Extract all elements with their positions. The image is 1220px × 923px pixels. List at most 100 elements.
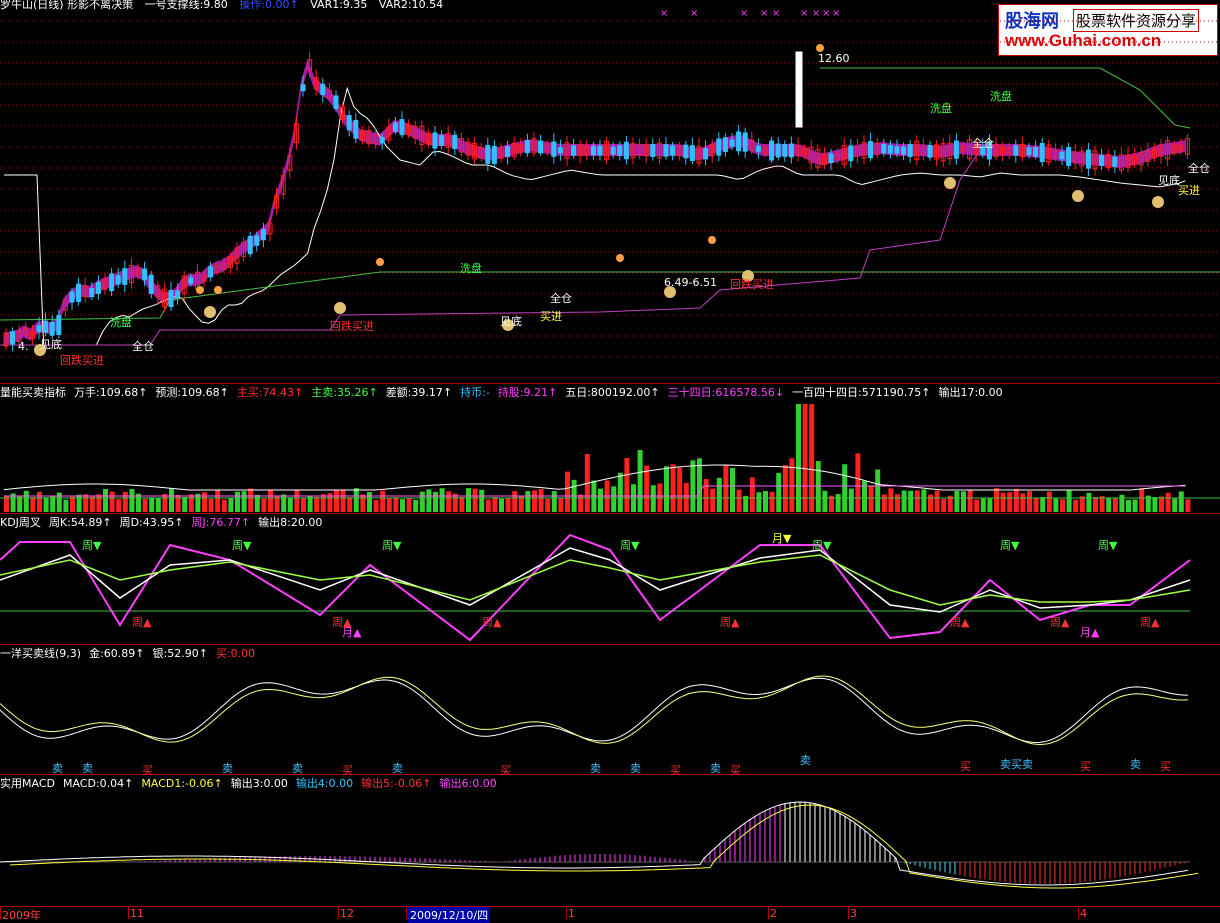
volume-bar	[954, 491, 960, 512]
candle-body	[491, 145, 497, 164]
candle-body	[901, 146, 907, 155]
volume-bar	[221, 499, 227, 512]
candle-body	[775, 143, 781, 158]
annotation-price-high: 12.60	[818, 52, 850, 65]
volume-bar	[1119, 494, 1125, 512]
candle-body	[623, 141, 629, 160]
volume-bar	[1112, 498, 1118, 512]
volume-bar	[802, 404, 808, 512]
volume-bar	[994, 488, 999, 512]
annotation-xipan: 洗盘	[930, 102, 952, 115]
volume-bar	[1106, 497, 1112, 512]
volume-bar	[162, 493, 168, 512]
annotation-sell: 卖	[52, 762, 63, 775]
annotation-zhou-down: 周▼	[82, 539, 102, 552]
candle-body	[439, 135, 445, 146]
volume-bar	[888, 488, 894, 512]
volume-bar	[169, 488, 174, 512]
volume-bar	[881, 494, 887, 512]
volume-bar	[1079, 496, 1085, 512]
volume-bar	[485, 499, 491, 512]
volume-bar	[1020, 493, 1026, 512]
volume-bar	[23, 490, 29, 512]
volume-bar	[895, 494, 900, 512]
candle-body	[788, 143, 794, 158]
candle-body	[247, 235, 253, 255]
volume-bar	[43, 497, 49, 512]
volume-bar	[862, 480, 867, 512]
candle-body	[346, 115, 352, 131]
volume-bar	[908, 490, 914, 512]
volume-bar	[512, 490, 518, 512]
volume-bar	[538, 488, 544, 512]
top-marker: ×	[772, 8, 780, 19]
candle-body	[333, 95, 339, 109]
volume-bar	[551, 491, 557, 512]
volume-bar	[736, 489, 742, 512]
candle-body	[1099, 155, 1105, 166]
candle-body	[392, 122, 398, 132]
volume-bar	[155, 497, 161, 512]
volume-bar	[96, 494, 102, 512]
candle-body	[505, 146, 511, 158]
volume-bar	[4, 496, 9, 512]
candle-body	[650, 144, 656, 157]
volume-bar	[664, 466, 669, 512]
volume-bar	[466, 488, 471, 512]
candle-body	[76, 283, 82, 302]
money-bag-icon	[944, 177, 956, 189]
top-marker: ×	[800, 8, 808, 19]
runner-icon	[196, 286, 204, 294]
yiyang-silver-line	[0, 675, 1189, 746]
annotation-sell: 卖	[82, 762, 93, 775]
volume-bar	[373, 499, 379, 512]
annotation-quancang: 全仓	[1188, 162, 1210, 175]
candle-body	[1059, 151, 1065, 160]
volume-bar	[439, 488, 445, 512]
annotation-zhou-up: 周▲	[482, 616, 502, 629]
annotation-zhou-up: 周▲	[132, 616, 152, 629]
candle-body	[1039, 142, 1045, 163]
volume-bar	[103, 489, 108, 512]
candle-body	[399, 119, 405, 136]
volume-bar	[109, 491, 115, 512]
runner-icon	[376, 258, 384, 266]
annotation-quancang: 全仓	[132, 340, 154, 353]
volume-bar	[1040, 496, 1046, 512]
top-marker: ×	[812, 8, 820, 19]
annotation-zhou-up: 周▲	[1140, 616, 1160, 629]
volume-bar	[1126, 499, 1131, 512]
candle-body	[432, 132, 438, 149]
volume-bar	[241, 491, 247, 512]
top-marker: ×	[660, 8, 668, 19]
volume-bar	[116, 499, 122, 512]
candle-body	[168, 289, 174, 308]
volume-bar	[433, 491, 438, 512]
volume-bar	[842, 464, 848, 512]
candle-body	[208, 266, 214, 278]
volume-bar	[182, 497, 188, 512]
candle-body	[683, 144, 689, 159]
chart-canvas[interactable]: × × × × × × × × ×	[0, 0, 1220, 920]
annotation-buy: 买	[142, 764, 153, 777]
candle-body	[617, 145, 623, 156]
volume-bar	[598, 488, 603, 512]
volume-bar	[1073, 499, 1079, 512]
candle-body	[109, 273, 115, 292]
annotation-huidie: 回跌买进	[330, 320, 374, 333]
candle-body	[122, 268, 128, 285]
volume-bar	[1165, 492, 1171, 512]
volume-bar	[63, 499, 69, 512]
candle-body	[95, 282, 101, 294]
volume-bar	[809, 404, 815, 512]
volume-bar	[479, 489, 485, 512]
candle-body	[716, 138, 722, 156]
annotation-range: 6.49-6.51	[664, 276, 717, 289]
kdj-k-line	[0, 547, 1191, 613]
candle-body	[115, 275, 121, 285]
volume-bar	[848, 488, 854, 512]
top-marker: ×	[760, 8, 768, 19]
peak-candle	[795, 51, 803, 128]
volume-bar	[987, 498, 993, 512]
candle-body	[175, 290, 181, 299]
